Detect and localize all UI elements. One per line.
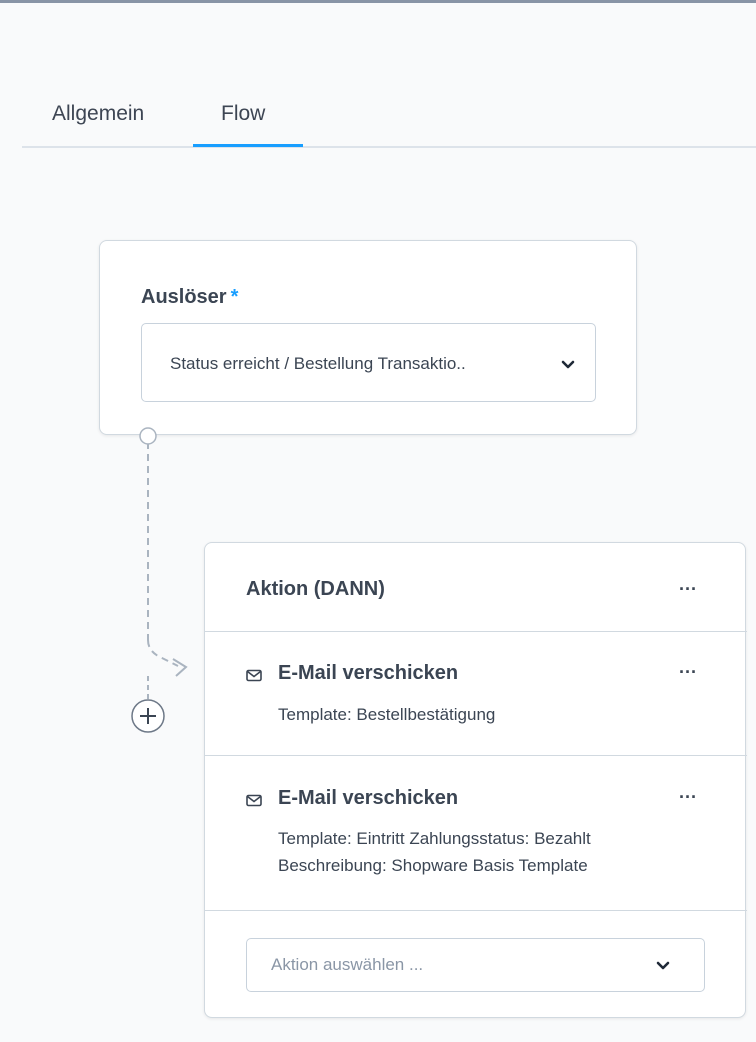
action-card-menu-button[interactable]: ··· — [679, 579, 697, 600]
action-item-description: Template: Eintritt Zahlungsstatus: Bezah… — [278, 829, 591, 848]
chevron-down-icon — [561, 360, 575, 369]
action-item-menu-button[interactable]: ··· — [679, 662, 697, 683]
action-item-menu-button[interactable]: ··· — [679, 787, 697, 808]
action-item-title: E-Mail verschicken — [278, 662, 459, 684]
action-card: Aktion (DANN) ··· E-Mail verschicken ···… — [204, 542, 747, 1018]
divider — [205, 631, 747, 632]
connector-node — [139, 427, 157, 445]
trigger-label-text: Auslöser — [141, 286, 227, 308]
action-item-title: E-Mail verschicken — [278, 787, 459, 809]
action-select-placeholder: Aktion auswählen ... — [271, 955, 424, 974]
action-card-title: Aktion (DANN) — [246, 578, 385, 600]
action-select[interactable]: Aktion auswählen ... — [246, 938, 705, 992]
chevron-down-icon — [656, 961, 670, 970]
add-action-button[interactable] — [129, 697, 169, 737]
required-mark: * — [230, 286, 239, 308]
mail-icon — [246, 669, 262, 682]
action-item-description: Beschreibung: Shopware Basis Template — [278, 856, 588, 875]
mail-icon — [246, 794, 262, 807]
trigger-select-value: Status erreicht / Bestellung Transaktio.… — [170, 354, 466, 373]
trigger-label: Auslöser * — [141, 286, 238, 309]
divider — [205, 755, 747, 756]
action-item-description: Template: Bestellbestätigung — [278, 705, 496, 724]
trigger-card: Auslöser * Status erreicht / Bestellung T… — [99, 240, 637, 435]
trigger-select[interactable]: Status erreicht / Bestellung Transaktio.… — [141, 323, 596, 402]
divider — [205, 910, 747, 911]
